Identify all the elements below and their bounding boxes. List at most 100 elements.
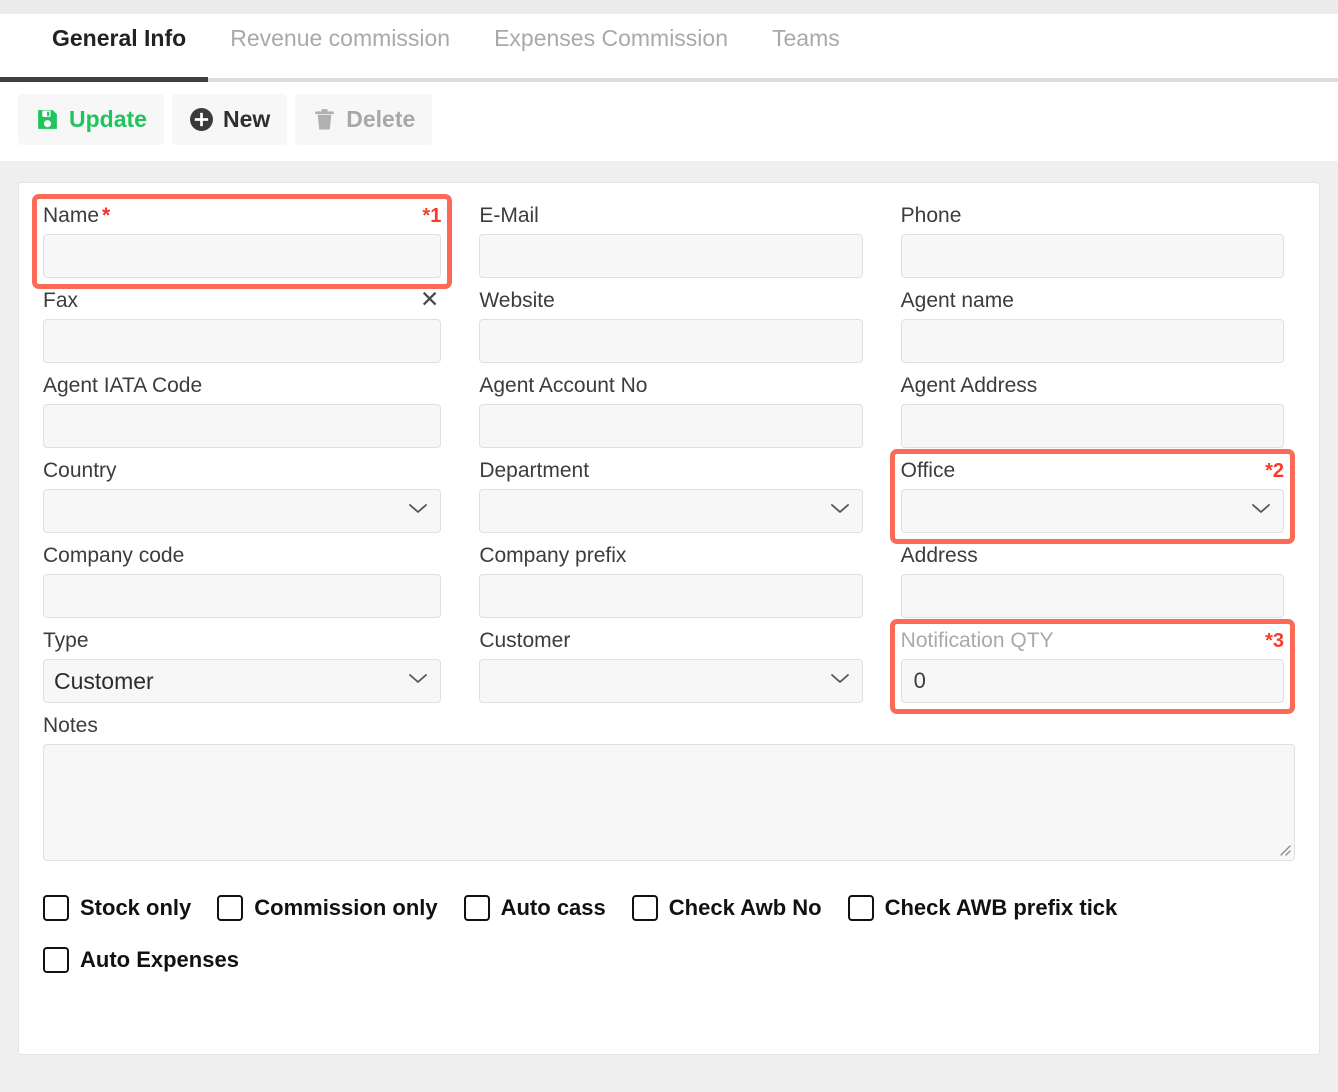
field-label: Department	[479, 459, 590, 482]
form-col: Agent name	[880, 284, 1301, 369]
required-asterisk: *	[102, 204, 111, 227]
checkbox-check-awb-prefix-tick[interactable]: Check AWB prefix tick	[847, 895, 1117, 921]
department-select[interactable]	[479, 489, 863, 533]
tab-revenue-commission[interactable]: Revenue commission	[208, 14, 472, 65]
field-group-type: Type Customer	[37, 624, 447, 709]
field-label: Address	[900, 544, 978, 567]
field-group-website: Website	[473, 284, 868, 369]
annotation-3: *3	[1265, 630, 1284, 652]
tab-general-info[interactable]: General Info	[30, 14, 208, 65]
agent-account-no-input[interactable]	[479, 404, 863, 448]
field-label: Name *	[43, 204, 111, 227]
customer-select-wrap	[479, 659, 863, 703]
plus-circle-icon	[189, 107, 214, 132]
field-label-row: Type	[43, 628, 441, 655]
form-col: Website	[458, 284, 879, 369]
form-col: Agent Address	[880, 369, 1301, 454]
notes-textarea[interactable]	[43, 744, 1295, 861]
field-label-row: Agent IATA Code	[43, 373, 441, 400]
form-col: Agent Account No	[458, 369, 879, 454]
checkbox-stock-only[interactable]: Stock only	[43, 895, 191, 921]
form-col: Address	[880, 539, 1301, 624]
update-button-label: Update	[69, 106, 147, 132]
form-row: Type Customer Customer Notification QTY …	[37, 619, 1301, 714]
checkbox-label: Check Awb No	[668, 895, 822, 920]
form-col: Fax ✕	[37, 284, 458, 369]
field-label: Type	[43, 629, 89, 652]
form-col: Country	[37, 454, 458, 539]
agent-name-input[interactable]	[900, 319, 1284, 363]
checkbox-box-icon[interactable]	[631, 895, 658, 921]
notification-qty-input[interactable]	[900, 659, 1284, 703]
field-group-email: E-Mail	[473, 199, 868, 284]
country-select-wrap	[43, 489, 442, 533]
field-group-phone: Phone	[895, 199, 1290, 284]
checkbox-box-icon[interactable]	[463, 895, 490, 921]
agent-address-input[interactable]	[900, 404, 1284, 448]
field-label: Agent Account No	[479, 374, 648, 397]
field-group-notes: Notes	[37, 709, 1301, 861]
tab-active-indicator	[0, 77, 208, 82]
phone-input[interactable]	[900, 234, 1284, 278]
field-label-row: Country	[43, 458, 441, 485]
general-info-form-card: Name * *1 E-Mail Phone Fax ✕ Website Age…	[18, 182, 1320, 1055]
checkbox-check-awb-no[interactable]: Check Awb No	[631, 895, 822, 921]
top-strip	[0, 0, 1338, 14]
country-select[interactable]	[43, 489, 442, 533]
company-code-input[interactable]	[43, 574, 442, 618]
field-label: Office	[900, 459, 956, 482]
checkbox-commission-only[interactable]: Commission only	[217, 895, 438, 921]
field-label: E-Mail	[479, 204, 539, 227]
field-label: Customer	[479, 629, 571, 652]
form-row: Agent IATA Code Agent Account No Agent A…	[37, 369, 1301, 454]
field-group-country: Country	[37, 454, 447, 539]
fax-input[interactable]	[43, 319, 442, 363]
new-button[interactable]: New	[171, 94, 288, 145]
tab-expenses-commission[interactable]: Expenses Commission	[472, 14, 750, 65]
field-group-agent-account-no: Agent Account No	[473, 369, 868, 454]
form-col: Office *2	[880, 449, 1301, 544]
form-col: Notification QTY *3	[880, 619, 1301, 714]
type-select[interactable]: Customer	[43, 659, 442, 703]
checkbox-box-icon[interactable]	[217, 895, 244, 921]
field-group-fax: Fax ✕	[37, 284, 447, 369]
field-label: Agent IATA Code	[43, 374, 203, 397]
name-input[interactable]	[43, 234, 442, 278]
field-label: Agent name	[900, 289, 1014, 312]
app-page: General Info Revenue commission Expenses…	[0, 0, 1338, 1092]
field-label-row: Agent name	[901, 288, 1284, 315]
form-col: Name * *1	[31, 194, 458, 289]
address-input[interactable]	[900, 574, 1284, 618]
checkbox-box-icon[interactable]	[847, 895, 874, 921]
checkbox-box-icon[interactable]	[43, 895, 69, 921]
update-button[interactable]: Update	[18, 94, 164, 145]
checkbox-auto-expenses[interactable]: Auto Expenses	[43, 947, 239, 973]
field-label-row: Office *2	[901, 458, 1284, 485]
form-col: E-Mail	[458, 199, 879, 284]
customer-select[interactable]	[479, 659, 863, 703]
form-row: Fax ✕ Website Agent name	[37, 284, 1301, 369]
agent-iata-code-input[interactable]	[43, 404, 442, 448]
type-select-wrap: Customer	[43, 659, 442, 703]
field-label-row: Company prefix	[479, 543, 862, 570]
checkbox-box-icon[interactable]	[43, 947, 69, 973]
tab-teams[interactable]: Teams	[750, 14, 862, 65]
type-select-value: Customer	[54, 667, 154, 694]
office-select[interactable]	[900, 489, 1284, 533]
field-label: Notes	[43, 714, 98, 737]
field-label-row: Address	[901, 543, 1284, 570]
website-input[interactable]	[479, 319, 863, 363]
field-label: Agent Address	[900, 374, 1038, 397]
checkbox-row-secondary: Auto Expenses	[37, 947, 1301, 973]
form-col: Company code	[37, 539, 458, 624]
field-label-row: Notes	[43, 713, 1295, 740]
email-input[interactable]	[479, 234, 863, 278]
delete-button[interactable]: Delete	[295, 94, 433, 145]
form-row: Company code Company prefix Address	[37, 539, 1301, 624]
new-button-label: New	[222, 106, 271, 132]
checkbox-auto-cass[interactable]: Auto cass	[463, 895, 606, 921]
close-icon[interactable]: ✕	[418, 288, 441, 311]
trash-icon	[312, 107, 337, 132]
company-prefix-input[interactable]	[479, 574, 863, 618]
delete-button-label: Delete	[346, 106, 416, 132]
